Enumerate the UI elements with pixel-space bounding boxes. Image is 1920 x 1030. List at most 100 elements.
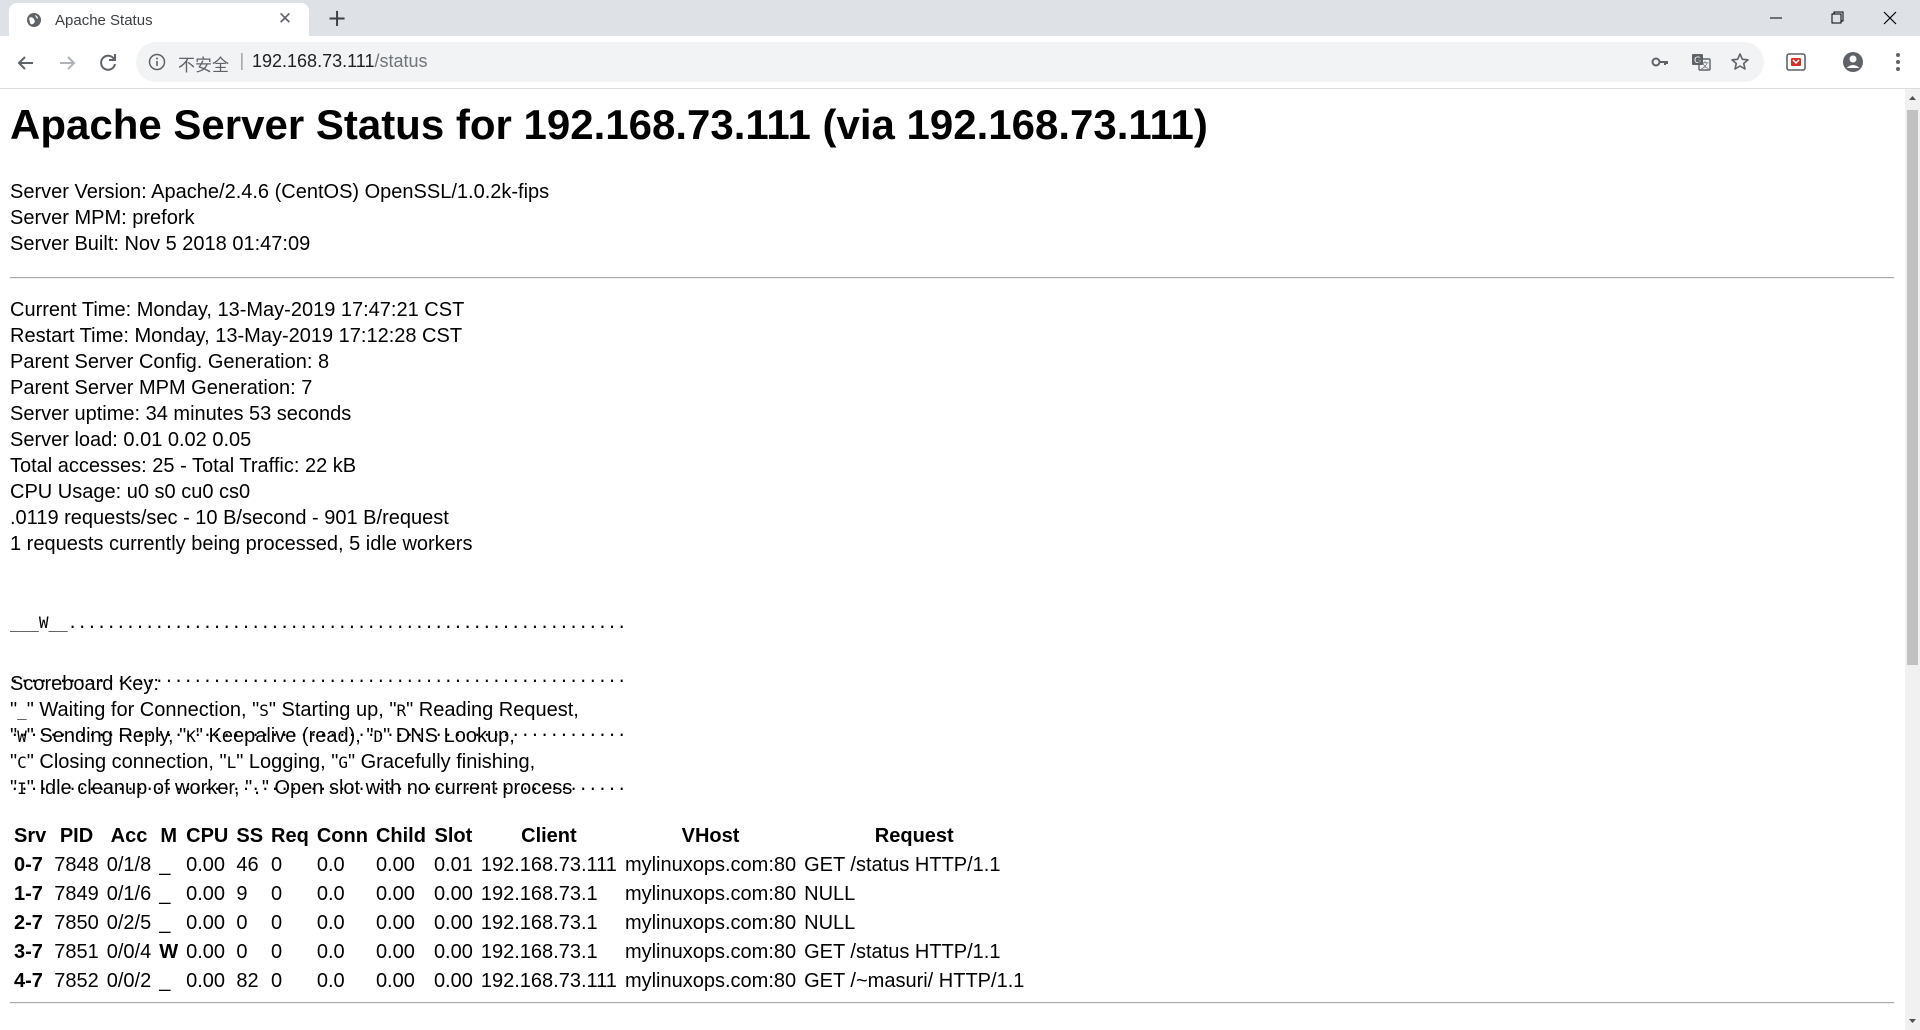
cell-child: 0.00	[375, 854, 415, 876]
browser-tab-apache-status[interactable]: Apache Status ✕	[9, 3, 309, 36]
scoreboard-key-text: " DNS Lookup,	[383, 725, 515, 747]
security-status: 不安全	[178, 56, 229, 76]
cpu-usage: CPU Usage: u0 s0 cu0 cs0	[10, 481, 251, 503]
cell-request: NULL	[804, 883, 856, 905]
address-bar[interactable]: 不安全 | 192.168.73.111/status G文	[136, 42, 1764, 82]
scoreboard-key-text: " Starting up, "	[268, 699, 397, 721]
plus-icon[interactable]: +	[324, 6, 350, 32]
restart-time: Restart Time: Monday, 13-May-2019 17:12:…	[10, 325, 463, 347]
cell-mode: _	[159, 970, 171, 992]
cell-client: 192.168.73.1	[480, 883, 598, 905]
cell-slot: 0.00	[433, 941, 473, 963]
scoreboard-key-symbol: C	[17, 753, 27, 772]
cell-child: 0.00	[375, 970, 415, 992]
url-text[interactable]: 192.168.73.111/status	[252, 51, 427, 72]
url-host: 192.168.73.111	[252, 51, 375, 71]
column-header-vhost: VHost	[681, 825, 740, 847]
scoreboard-key-symbol: S	[259, 701, 269, 720]
scoreboard-key-text: " Closing connection, "	[26, 751, 227, 773]
column-header-pid: PID	[59, 825, 94, 847]
scoreboard-key-symbol: G	[338, 753, 348, 772]
cell-acc: 0/1/6	[106, 883, 152, 905]
cell-pid: 7850	[54, 912, 99, 934]
cell-request: NULL	[804, 912, 856, 934]
workers-summary: 1 requests currently being processed, 5 …	[10, 533, 473, 555]
cell-slot: 0.00	[433, 883, 473, 905]
scoreboard-key-line: "_" Waiting for Connection, "S" Starting…	[10, 697, 579, 723]
reload-icon[interactable]	[94, 49, 122, 77]
cell-child: 0.00	[375, 912, 415, 934]
maximize-icon[interactable]	[1806, 0, 1866, 36]
forward-arrow-icon[interactable]	[53, 49, 81, 77]
url-separator: |	[239, 51, 245, 71]
page-viewport: Apache Server Status for 192.168.73.111 …	[0, 89, 1905, 1030]
scroll-down-arrow-icon[interactable]	[1905, 1013, 1920, 1030]
tab-strip: Apache Status ✕ +	[0, 0, 1920, 36]
menu-dots-icon[interactable]	[1886, 50, 1910, 74]
cell-cpu: 0.00	[186, 883, 226, 905]
cell-ss: 82	[236, 970, 259, 992]
minimize-icon[interactable]	[1746, 0, 1806, 36]
globe-icon	[27, 13, 41, 27]
scoreboard-key-text: " Idle cleanup of worker, "	[26, 777, 253, 799]
cell-client: 192.168.73.1	[480, 941, 598, 963]
column-header-request: Request	[874, 825, 954, 847]
separator	[10, 277, 1894, 279]
scoreboard-key: Scoreboard Key: "_" Waiting for Connecti…	[10, 671, 579, 799]
cell-slot: 0.01	[433, 854, 473, 876]
window-close-icon[interactable]	[1860, 0, 1920, 36]
request-rate: .0119 requests/sec - 10 B/second - 901 B…	[10, 507, 449, 529]
translate-icon[interactable]: G文	[1691, 52, 1711, 72]
scrollbar-thumb[interactable]	[1907, 110, 1918, 665]
scoreboard-key-text: " Keepalive (read), "	[195, 725, 374, 747]
cell-request: GET /status HTTP/1.1	[804, 854, 1001, 876]
scoreboard-key-title: Scoreboard Key:	[10, 673, 159, 695]
column-header-acc: Acc	[110, 825, 148, 847]
cell-srv: 0-7	[14, 854, 43, 876]
column-header-cpu: CPU	[186, 825, 229, 847]
scoreboard-key-line: "I" Idle cleanup of worker, "." Open slo…	[10, 775, 579, 801]
table-row: 3-7 7851 0/0/4 W 0.00 0 0 0.0 0.00 0.00 192.168.73…	[10, 938, 1028, 967]
scroll-up-arrow-icon[interactable]	[1905, 89, 1920, 106]
cell-acc: 0/0/4	[106, 941, 152, 963]
column-header-req: Req	[271, 825, 309, 847]
column-header-slot: Slot	[434, 825, 473, 847]
key-icon[interactable]	[1650, 52, 1670, 72]
cell-cpu: 0.00	[186, 854, 226, 876]
table-header-row: Srv PID Acc M CPU SS Req Conn Child Slot Client VHo…	[10, 822, 1028, 851]
cell-cpu: 0.00	[186, 970, 226, 992]
cell-request: GET /status HTTP/1.1	[804, 941, 1001, 963]
info-icon[interactable]	[148, 53, 166, 71]
cell-mode: _	[159, 912, 171, 934]
cell-child: 0.00	[375, 883, 415, 905]
server-version: Server Version: Apache/2.4.6 (CentOS) Op…	[10, 181, 550, 203]
page-title: Apache Server Status for 192.168.73.111 …	[10, 101, 1208, 148]
account-icon[interactable]	[1841, 50, 1865, 74]
cell-vhost: mylinuxops.com:80	[624, 970, 797, 992]
scoreboard-key-text: " Logging, "	[236, 751, 339, 773]
cell-cpu: 0.00	[186, 941, 226, 963]
back-arrow-icon[interactable]	[12, 49, 40, 77]
separator	[10, 1002, 1894, 1004]
scoreboard-key-symbol: _	[17, 701, 27, 720]
cell-ss: 0	[236, 912, 248, 934]
column-header-client: Client	[521, 825, 577, 847]
cell-req: 0	[271, 912, 283, 934]
cell-req: 0	[271, 941, 283, 963]
server-load: Server load: 0.01 0.02 0.05	[10, 429, 252, 451]
extension-icon[interactable]	[1784, 50, 1808, 74]
cell-acc: 0/2/5	[106, 912, 152, 934]
star-icon[interactable]	[1730, 52, 1750, 72]
cell-acc: 0/1/8	[106, 854, 152, 876]
cell-srv: 3-7	[14, 941, 43, 963]
cell-ss: 9	[236, 883, 248, 905]
vertical-scrollbar[interactable]	[1905, 89, 1920, 1030]
cell-ss: 0	[236, 941, 248, 963]
scoreboard-key-symbol: R	[396, 701, 407, 720]
scoreboard-key-symbol: L	[226, 753, 237, 772]
cell-pid: 7848	[54, 854, 99, 876]
cell-cpu: 0.00	[186, 912, 226, 934]
close-icon[interactable]: ✕	[275, 9, 295, 29]
scoreboard-key-text: " Sending Reply, "	[26, 725, 187, 747]
total-accesses: Total accesses: 25 - Total Traffic: 22 k…	[10, 455, 357, 477]
